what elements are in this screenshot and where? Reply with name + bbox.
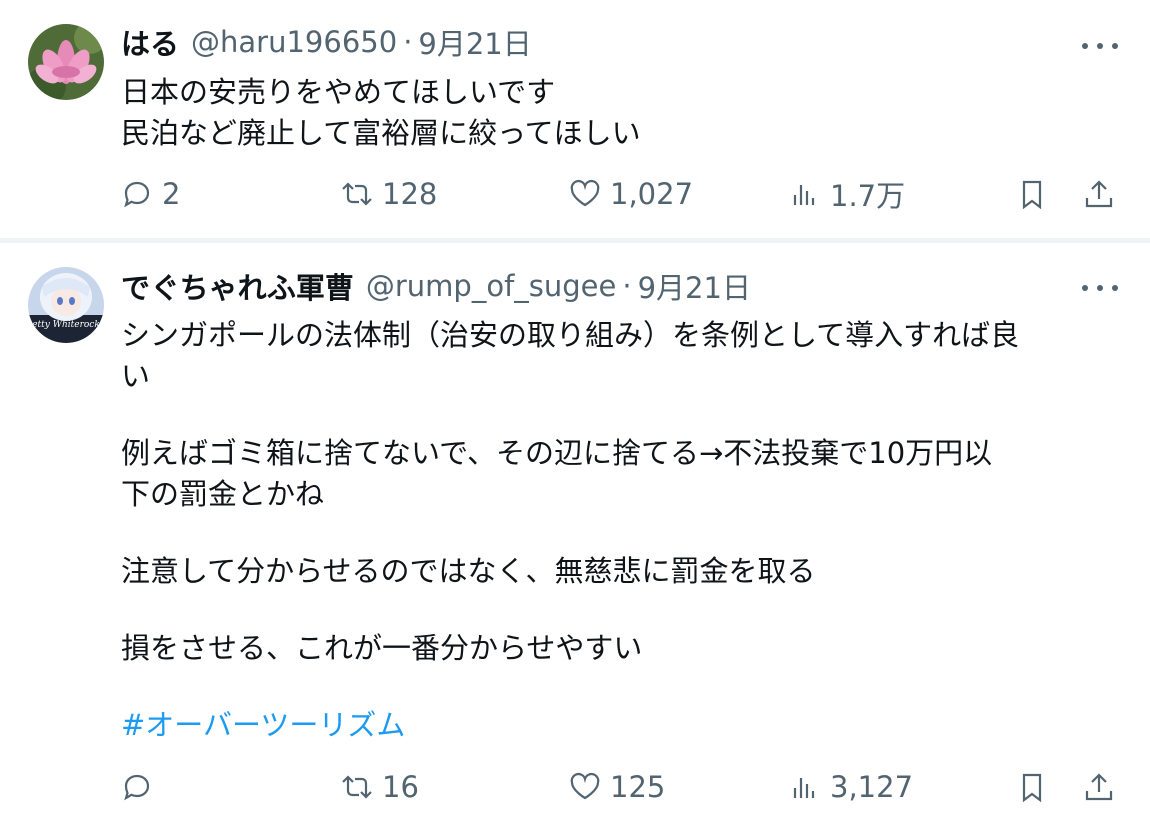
more-icon[interactable]: [1082, 278, 1118, 298]
share-button[interactable]: [1082, 763, 1116, 811]
reply-button[interactable]: [120, 763, 162, 811]
retweet-icon: [342, 775, 372, 799]
tweet-text: シンガポールの法体制（治安の取り組み）を条例として導入すれば良 い 例えばゴミ箱…: [121, 315, 1121, 746]
tweet-actions: 16 125 3,127: [0, 763, 1150, 811]
tweet-header: はる @haru196650 · 9月21日: [121, 22, 532, 62]
like-icon: [570, 179, 600, 207]
tweet-line: 日本の安売りをやめてほしいです: [121, 75, 556, 109]
like-button[interactable]: 1,027: [568, 170, 693, 218]
retweet-button[interactable]: 16: [340, 763, 419, 811]
views-icon: [793, 778, 815, 798]
avatar[interactable]: etty Whiterock: [28, 267, 104, 343]
views-count: 1.7万: [830, 179, 906, 213]
bookmark-button[interactable]: [1015, 170, 1049, 218]
tweet-line: 民泊など廃止して富裕層に絞ってほしい: [121, 116, 641, 150]
separator: ·: [622, 269, 632, 303]
anime-avatar-image: etty Whiterock: [28, 267, 104, 343]
separator: ·: [403, 25, 413, 59]
bookmark-icon: [1022, 180, 1042, 210]
views-button[interactable]: 1.7万: [788, 170, 905, 218]
bookmark-button[interactable]: [1015, 763, 1049, 811]
more-icon[interactable]: [1082, 36, 1118, 56]
tweet[interactable]: はる @haru196650 · 9月21日 日本の安売りをやめてほしいです 民…: [0, 0, 1150, 238]
like-count: 1,027: [610, 177, 694, 211]
like-icon: [570, 772, 600, 800]
retweet-button[interactable]: 128: [340, 170, 437, 218]
reply-icon: [124, 774, 150, 801]
handle[interactable]: @rump_of_sugee: [366, 269, 617, 303]
tweet-text: 日本の安売りをやめてほしいです 民泊など廃止して富裕層に絞ってほしい: [121, 72, 1121, 154]
tweet-line: い: [121, 359, 151, 393]
retweet-icon: [342, 182, 372, 206]
share-icon: [1085, 180, 1113, 208]
lotus-avatar-image: [28, 24, 104, 100]
display-name[interactable]: はる: [121, 21, 179, 63]
timestamp[interactable]: 9月21日: [418, 21, 531, 63]
tweet[interactable]: etty Whiterock でぐちゃれふ軍曹 @rump_of_sugee ·…: [0, 243, 1150, 830]
handle[interactable]: @haru196650: [191, 25, 397, 59]
avatar[interactable]: [28, 24, 104, 100]
like-button[interactable]: 125: [568, 763, 665, 811]
tweet-line: 損をさせる、これが一番分からせやすい: [121, 631, 643, 665]
tweet-actions: 2 128 1,027 1.7万: [0, 170, 1150, 218]
views-count: 3,127: [830, 770, 914, 804]
tweet-line: 例えばゴミ箱に捨てないで、その辺に捨てる→不法投棄で10万円以: [121, 436, 993, 470]
like-count: 125: [610, 770, 666, 804]
views-icon: [793, 185, 815, 205]
retweet-count: 128: [382, 177, 438, 211]
avatar-signature: etty Whiterock: [32, 320, 100, 330]
tweet-header: でぐちゃれふ軍曹 @rump_of_sugee · 9月21日: [121, 266, 751, 306]
display-name[interactable]: でぐちゃれふ軍曹: [121, 265, 354, 307]
tweet-line: 注意して分からせるのではなく、無慈悲に罰金を取る: [121, 554, 816, 588]
reply-icon: [124, 181, 150, 208]
share-icon: [1085, 773, 1113, 801]
views-button[interactable]: 3,127: [788, 763, 913, 811]
reply-count: 2: [162, 177, 181, 211]
timestamp[interactable]: 9月21日: [638, 265, 751, 307]
share-button[interactable]: [1082, 170, 1116, 218]
bookmark-icon: [1022, 773, 1042, 803]
retweet-count: 16: [382, 770, 419, 804]
hashtag-link[interactable]: #オーバーツーリズム: [121, 705, 1121, 746]
tweet-line: シンガポールの法体制（治安の取り組み）を条例として導入すれば良: [121, 318, 1020, 352]
tweet-line: 下の罰金とかね: [121, 477, 325, 511]
reply-button[interactable]: 2: [120, 170, 180, 218]
